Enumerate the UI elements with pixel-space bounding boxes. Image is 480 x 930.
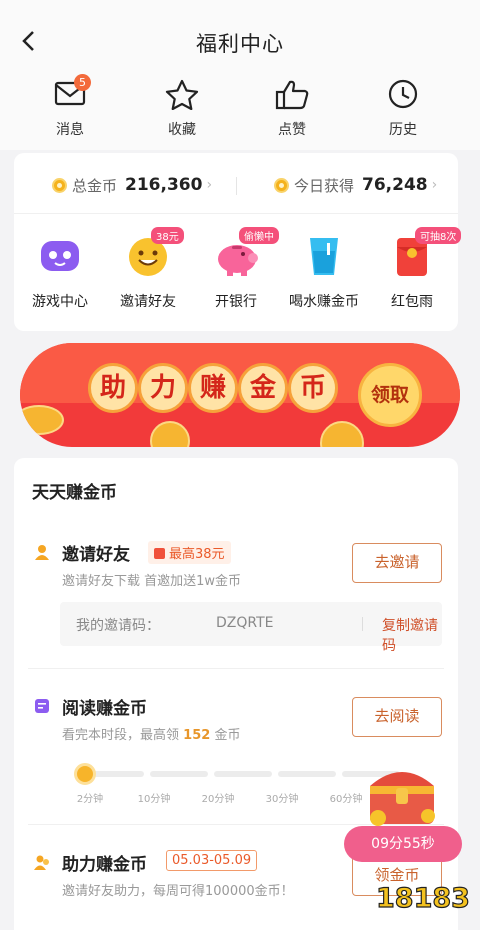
boost-banner[interactable]: 助 力 赚 金 币 领取 [20,343,460,447]
read-button[interactable]: 去阅读 [352,697,442,737]
reward-square-icon [154,548,165,559]
feature-drink-water[interactable]: 喝水赚金币 [280,233,368,311]
today-coins-value: 76,248 [362,175,428,195]
site-watermark-logo: 18183 [372,876,470,916]
total-coins-value: 216,360 [125,175,203,195]
gamepad-icon [41,241,79,271]
mail-icon [54,81,86,106]
chevron-right-icon: › [206,177,213,193]
feature-label: 游戏中心 [32,294,88,310]
status-tag: 偷懒中 [239,227,279,244]
banner-char: 金 [238,363,288,413]
feature-label: 喝水赚金币 [289,294,359,310]
banner-char: 币 [288,363,338,413]
page-title: 福利中心 [196,32,284,56]
progress-knob [74,763,96,785]
total-coins-label: 总金币 [72,176,118,195]
progress-tick-label: 60分钟 [329,794,363,805]
divider [236,177,237,195]
progress-segment [214,771,272,777]
progress-segment [278,771,336,777]
group-icon [34,855,49,870]
feature-label: 邀请好友 [120,294,176,310]
thumbs-up-icon [275,80,309,110]
treasure-chest-icon[interactable] [362,758,442,828]
coin-icon [274,177,289,193]
feature-open-bank[interactable]: 偷懒中 开银行 [192,227,280,311]
draw-count-tag: 可抽8次 [415,227,462,244]
divider [14,213,458,214]
claim-button[interactable]: 领取 [358,363,422,427]
nav-history[interactable]: 历史 [363,78,443,139]
invite-code-label: 我的邀请码： [76,618,160,634]
today-coins-label: 今日获得 [294,176,355,195]
nav-messages[interactable]: 5 消息 [30,74,110,139]
coins-card: 总金币 216,360 › 今日获得 76,248 › 游戏中心 38元 邀请好… [14,153,462,331]
divider [362,617,363,631]
task-description: 看完本时段，最高领 152 金币 [62,728,241,743]
copy-code-button[interactable]: 复制邀请码 [382,615,442,655]
chevron-right-icon: › [431,177,438,193]
gold-coin-decoration [20,405,64,435]
person-icon [35,545,49,560]
feature-invite-friends[interactable]: 38元 邀请好友 [104,227,192,311]
feature-label: 开银行 [215,294,257,310]
nav-label: 历史 [389,122,417,138]
header-bar: 福利中心 5 消息 收藏 点赞 历史 [0,0,480,150]
nav-label: 消息 [56,122,84,138]
task-name: 助力赚金币 [62,855,147,875]
reading-progress-track [74,771,400,777]
gold-coin-decoration [320,421,364,447]
progress-tick-label: 10分钟 [137,794,171,805]
task-description: 邀请好友助力，每周可得100000金币！ [62,884,294,899]
task-name: 邀请好友 [62,545,130,565]
nav-label: 收藏 [168,122,196,138]
progress-tick-label: 30分钟 [265,794,299,805]
progress-tick-label: 2分钟 [76,794,104,805]
gold-coin-decoration [150,421,190,447]
task-description: 邀请好友下载 首邀加送1w金币 [62,574,242,589]
feature-game-center[interactable]: 游戏中心 [16,233,104,311]
water-cup-icon [310,238,338,275]
banner-char: 助 [88,363,138,413]
star-icon [165,79,199,110]
reward-highlight: 最高38元 [148,541,231,564]
banner-char: 赚 [188,363,238,413]
svg-text:18183: 18183 [376,883,470,914]
invite-code-value: DZQRTE [216,615,274,631]
task-name: 阅读赚金币 [62,699,147,719]
today-coins[interactable]: 今日获得 76,248 › [274,173,437,197]
coin-icon [52,177,67,193]
clock-icon [388,79,418,109]
banner-char: 力 [138,363,188,413]
nav-favorites[interactable]: 收藏 [142,78,222,139]
date-range-badge: 05.03-05.09 [166,850,258,871]
total-coins[interactable]: 总金币 216,360 › [52,173,212,197]
divider [28,668,444,669]
book-icon [35,699,49,713]
invite-code-box: 我的邀请码： DZQRTE 复制邀请码 [60,602,442,654]
feature-label: 红包雨 [391,294,433,310]
nav-likes[interactable]: 点赞 [252,78,332,139]
countdown-timer[interactable]: 09分55秒 [344,826,462,862]
feature-red-envelope-rain[interactable]: 可抽8次 红包雨 [368,227,462,311]
reward-tag: 38元 [151,227,184,244]
progress-tick-label: 20分钟 [201,794,235,805]
invite-button[interactable]: 去邀请 [352,543,442,583]
section-title: 天天赚金币 [32,483,117,503]
progress-segment [150,771,208,777]
message-count-badge: 5 [74,74,91,91]
nav-label: 点赞 [278,122,306,138]
